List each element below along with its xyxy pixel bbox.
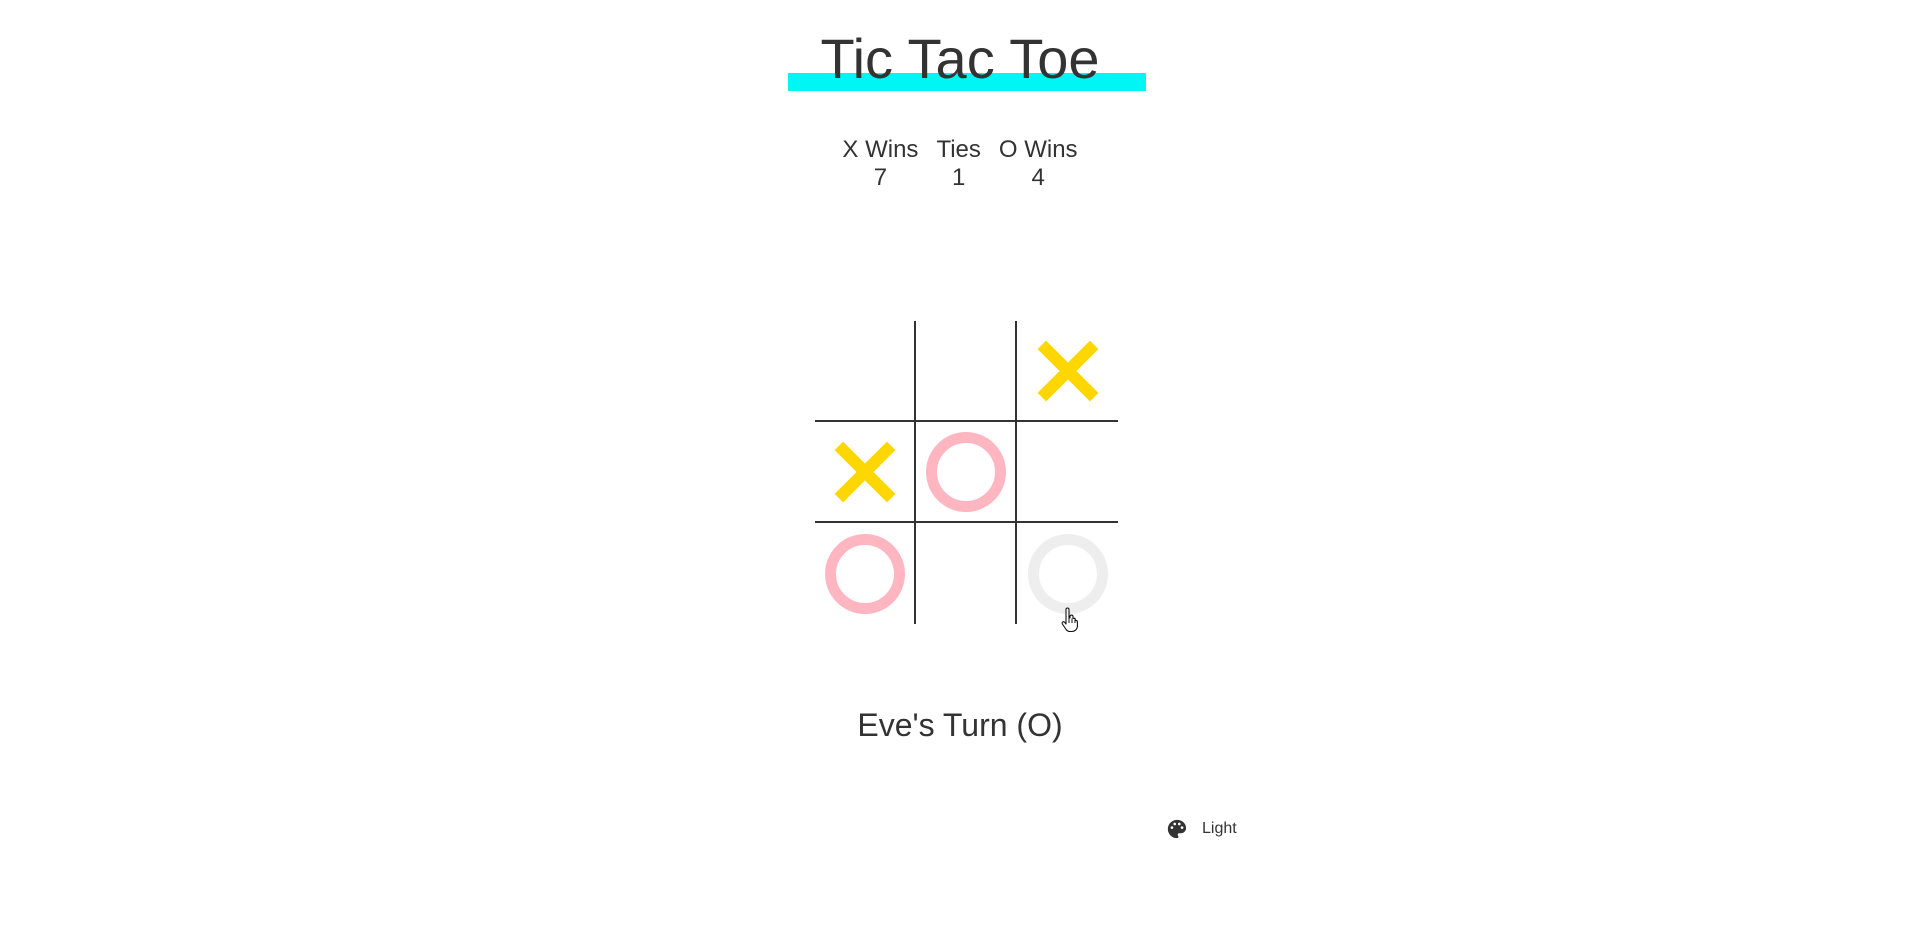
- score-o-label: O Wins: [998, 136, 1078, 163]
- turn-status: Eve's Turn (O): [857, 707, 1063, 743]
- board-cell-middle-right[interactable]: [1017, 422, 1118, 523]
- scoreboard: X Wins 7 Ties 1 O Wins 4: [0, 136, 1920, 192]
- score-o-wins: O Wins 4: [999, 136, 1078, 192]
- board-cell-top-center[interactable]: [916, 321, 1017, 422]
- game-board: [815, 321, 1118, 624]
- board-cell-middle-left[interactable]: [815, 422, 916, 523]
- score-x-value: 7: [873, 164, 888, 191]
- score-o-value: 4: [1031, 164, 1045, 191]
- score-ties-label: Ties: [936, 136, 981, 163]
- theme-toggle-label: Light: [1202, 820, 1237, 837]
- score-x-label: X Wins: [842, 136, 919, 163]
- board-cell-bottom-center[interactable]: [916, 523, 1017, 624]
- score-x-wins: X Wins 7: [842, 136, 918, 192]
- x-mark-icon: [1028, 331, 1108, 411]
- board-cell-middle-center[interactable]: [916, 422, 1017, 523]
- o-mark-icon: [824, 533, 905, 614]
- score-ties: Ties 1: [936, 136, 980, 192]
- hand-cursor-icon: [1060, 607, 1080, 633]
- board-cell-top-left[interactable]: [815, 321, 916, 422]
- header: Tic Tac Toe: [0, 26, 1920, 92]
- score-ties-value: 1: [951, 164, 966, 191]
- board-cell-bottom-left[interactable]: [815, 523, 916, 624]
- x-mark-icon: [825, 432, 905, 512]
- palette-icon: [1166, 818, 1202, 840]
- o-mark-icon: [925, 431, 1006, 512]
- theme-toggle-button[interactable]: Light: [1166, 818, 1237, 840]
- game-page: Tic Tac Toe X Wins 7 Ties 1 O Wins 4 Eve…: [0, 0, 1920, 937]
- page-title: Tic Tac Toe: [820, 27, 1100, 90]
- o-hover-preview-icon: [1027, 533, 1108, 614]
- board-cell-top-right[interactable]: [1017, 321, 1118, 422]
